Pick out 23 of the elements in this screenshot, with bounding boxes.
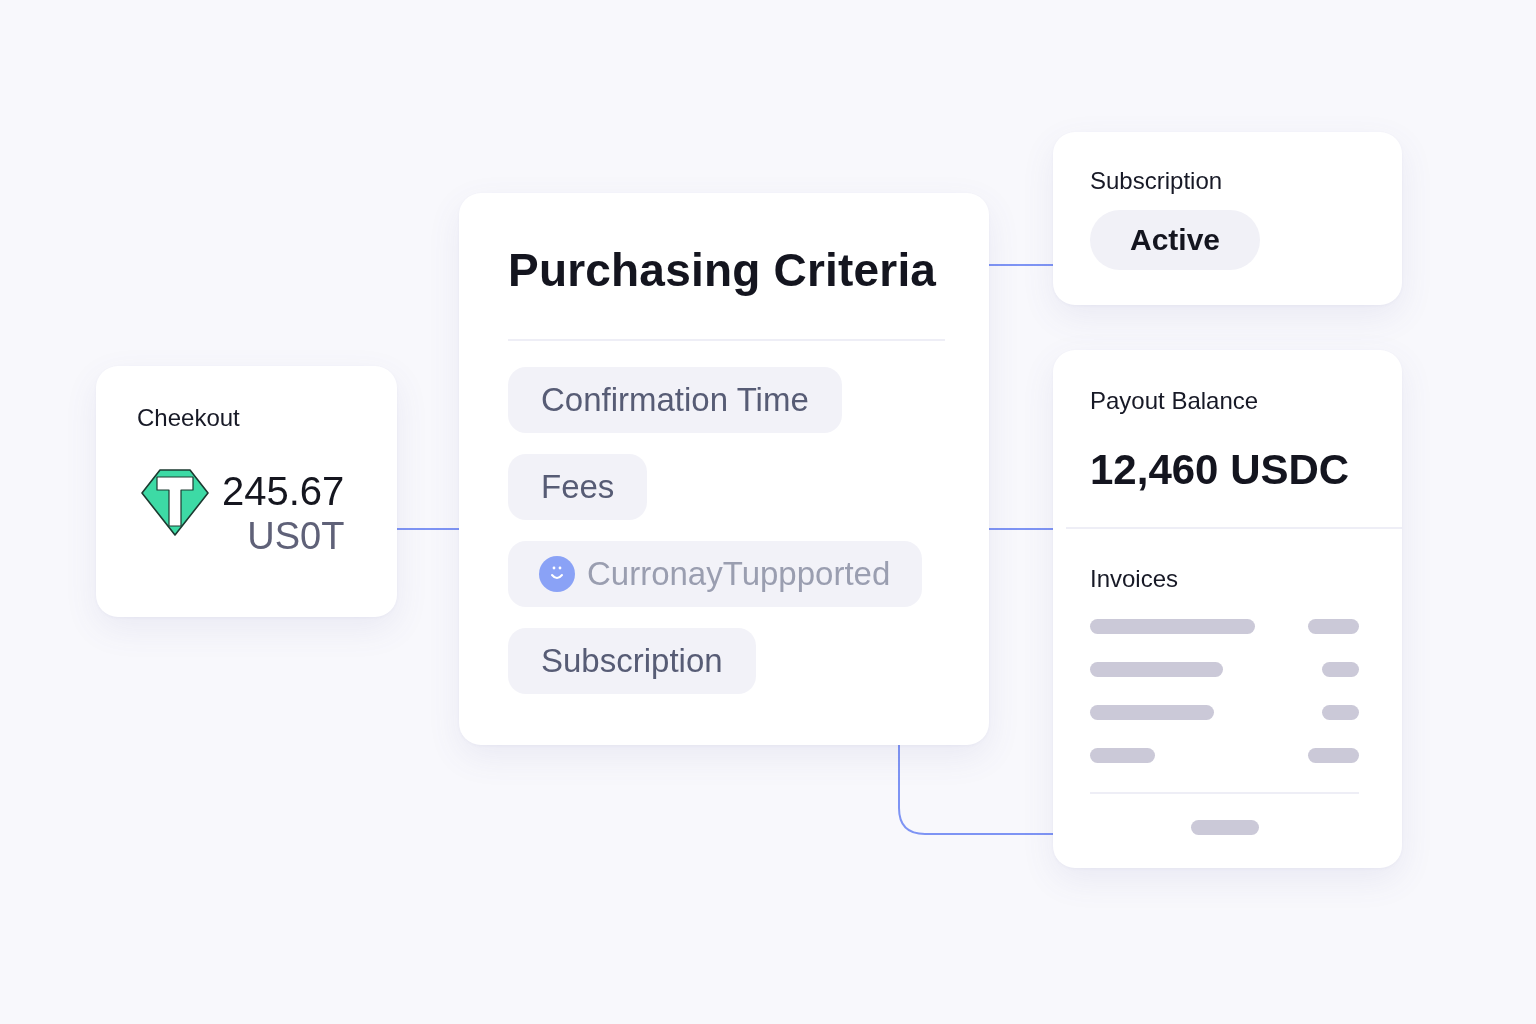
criteria-chip[interactable]: Confirmation Time xyxy=(508,367,842,433)
status-pill: Active xyxy=(1090,210,1261,270)
criteria-chip[interactable]: Fees xyxy=(508,454,648,520)
card-title: Cheekout xyxy=(137,404,240,432)
connector-line xyxy=(988,528,1054,530)
card-title: Payout Balance xyxy=(1090,387,1260,415)
smiley-icon xyxy=(539,556,575,592)
card-heading: Purchasing Criteria xyxy=(508,243,937,297)
placeholder-bar xyxy=(1322,662,1359,677)
section-title: Invoices xyxy=(1090,565,1180,593)
currency-code: US0T xyxy=(247,514,345,558)
connector-line xyxy=(988,264,1054,266)
t-logo-icon xyxy=(140,468,210,538)
placeholder-bar xyxy=(1308,748,1359,763)
criteria-chip[interactable]: Subscription xyxy=(508,628,756,694)
card-title: Subscription xyxy=(1090,167,1223,195)
placeholder-bar xyxy=(1322,705,1359,720)
amount-value: 245.67 xyxy=(222,468,345,514)
connector-line xyxy=(396,528,460,530)
placeholder-bar xyxy=(1308,619,1359,634)
placeholder-bar xyxy=(1090,748,1155,763)
placeholder-bar xyxy=(1190,820,1259,835)
balance-value: 12,460 USDC xyxy=(1090,445,1351,495)
